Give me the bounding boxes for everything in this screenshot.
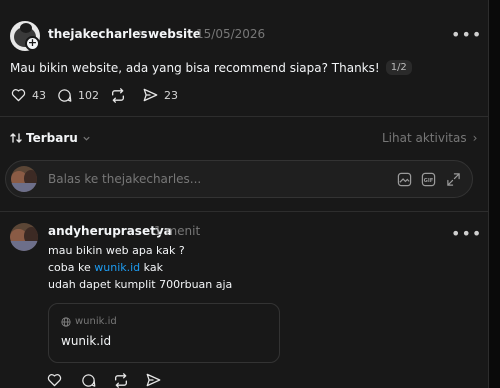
follow-plus-icon[interactable]: +	[25, 36, 40, 51]
comment-time: 1 menit	[154, 224, 201, 238]
chevron-down-icon	[83, 136, 90, 141]
comment-line-2: coba ke wunik.id kak	[48, 259, 232, 276]
page-indicator-badge: 1/2	[385, 60, 412, 75]
link-card-title: wunik.id	[61, 334, 112, 348]
post-comment-button[interactable]: 102	[57, 88, 99, 103]
comment-more-options-icon[interactable]: •••	[451, 226, 482, 242]
view-activity-label: Lihat aktivitas	[382, 131, 467, 145]
post-share-count: 23	[164, 88, 178, 102]
comment-line-2-prefix: coba ke	[48, 261, 95, 274]
post-date: 15/05/2026	[196, 27, 266, 41]
chevron-right-icon: ›	[472, 131, 478, 145]
sort-dropdown[interactable]: Terbaru	[10, 131, 91, 145]
reply-input-box[interactable]: Balas ke thejakecharles... GIF	[5, 160, 473, 198]
link-preview-card[interactable]: wunik.id wunik.id	[48, 303, 280, 363]
comment-reply-icon[interactable]	[81, 373, 96, 388]
post-more-options-icon[interactable]: •••	[451, 27, 482, 43]
post-topic-tag[interactable]: website	[148, 27, 201, 41]
comment-link[interactable]: wunik.id	[94, 261, 140, 274]
comment-repost-icon[interactable]	[113, 373, 129, 388]
current-user-avatar	[11, 166, 37, 192]
comment-line-3: udah dapet kumplit 700rbuan aja	[48, 278, 233, 291]
post-divider	[0, 116, 488, 117]
post-text: Mau bikin website, ada yang bisa recomme…	[10, 60, 412, 75]
post-repost-button[interactable]	[110, 88, 126, 103]
repost-icon	[112, 88, 124, 103]
view-activity-link[interactable]: Lihat aktivitas ›	[382, 131, 477, 145]
send-icon	[143, 88, 158, 102]
sort-arrows-icon	[10, 133, 22, 143]
comment-line-2-suffix: kak	[140, 261, 163, 274]
comment-line-1: mau bikin web apa kak ?	[48, 244, 185, 257]
post-comment-count: 102	[78, 89, 99, 102]
image-attach-icon[interactable]	[397, 172, 412, 187]
comment-body: mau bikin web apa kak ? coba ke wunik.id…	[48, 242, 232, 293]
reply-divider	[0, 211, 488, 212]
reply-input-placeholder[interactable]: Balas ke thejakecharles...	[48, 172, 201, 186]
link-card-domain-row: wunik.id	[61, 316, 117, 327]
svg-text:GIF: GIF	[424, 178, 434, 184]
gif-icon[interactable]: GIF	[421, 172, 436, 187]
comment-like-icon[interactable]	[47, 373, 62, 387]
post-like-count: 43	[32, 88, 46, 102]
comment-share-icon[interactable]	[146, 373, 161, 387]
post-author-username[interactable]: thejakecharles	[48, 27, 148, 41]
post-share-button[interactable]: 23	[143, 88, 178, 102]
scrollbar-track[interactable]	[491, 0, 500, 388]
expand-icon[interactable]	[446, 172, 461, 187]
post-like-button[interactable]: 43	[11, 88, 46, 102]
post-body: Mau bikin website, ada yang bisa recomme…	[10, 60, 380, 75]
thread-panel: + thejakecharles › website 15/05/2026 ••…	[0, 0, 489, 388]
globe-icon	[61, 316, 71, 327]
heart-icon	[11, 89, 26, 102]
link-card-domain: wunik.id	[75, 316, 117, 327]
sort-label: Terbaru	[26, 131, 78, 145]
topic-separator-icon: ›	[138, 26, 144, 41]
comment-author-avatar[interactable]	[10, 223, 38, 251]
comment-icon	[58, 89, 72, 102]
